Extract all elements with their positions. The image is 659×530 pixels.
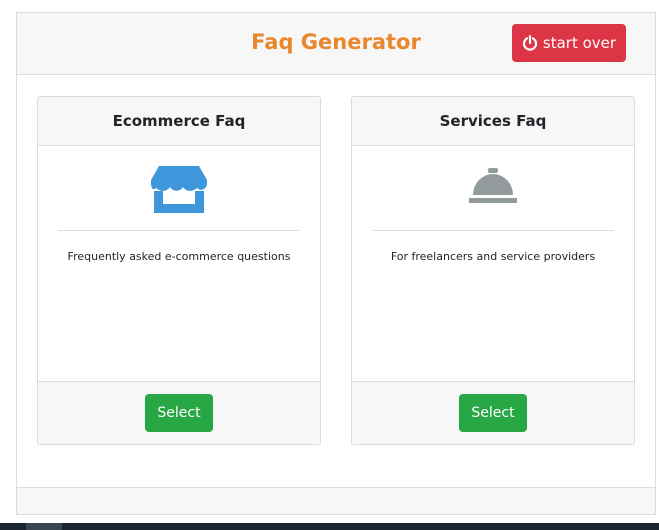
power-icon (522, 35, 538, 51)
panel-header: Faq Generator start over (17, 13, 655, 75)
select-ecommerce-button[interactable]: Select (145, 394, 213, 432)
card-title: Services Faq (352, 97, 634, 146)
card-divider (58, 230, 300, 231)
card-body: For freelancers and service providers (352, 146, 634, 382)
taskbar-item[interactable] (26, 523, 62, 530)
faq-generator-panel: Faq Generator start over Ecommerce Faq F… (16, 12, 656, 515)
card-footer: Select (352, 381, 634, 444)
card-footer: Select (38, 381, 320, 444)
store-icon (38, 164, 320, 214)
services-faq-card: Services Faq For freelancers and service… (351, 96, 635, 445)
card-body: Frequently asked e-commerce questions (38, 146, 320, 382)
card-description: Frequently asked e-commerce questions (67, 250, 291, 263)
card-title: Ecommerce Faq (38, 97, 320, 146)
card-description: For freelancers and service providers (390, 250, 596, 263)
ecommerce-faq-card: Ecommerce Faq Frequently asked e-commerc… (37, 96, 321, 445)
page: Faq Generator start over Ecommerce Faq F… (0, 0, 659, 530)
card-divider (372, 230, 614, 231)
panel-footer (17, 487, 655, 514)
taskbar (0, 523, 659, 530)
start-over-label: start over (542, 34, 617, 52)
start-over-button[interactable]: start over (512, 24, 626, 62)
service-bell-icon (352, 164, 634, 208)
select-services-button[interactable]: Select (459, 394, 527, 432)
